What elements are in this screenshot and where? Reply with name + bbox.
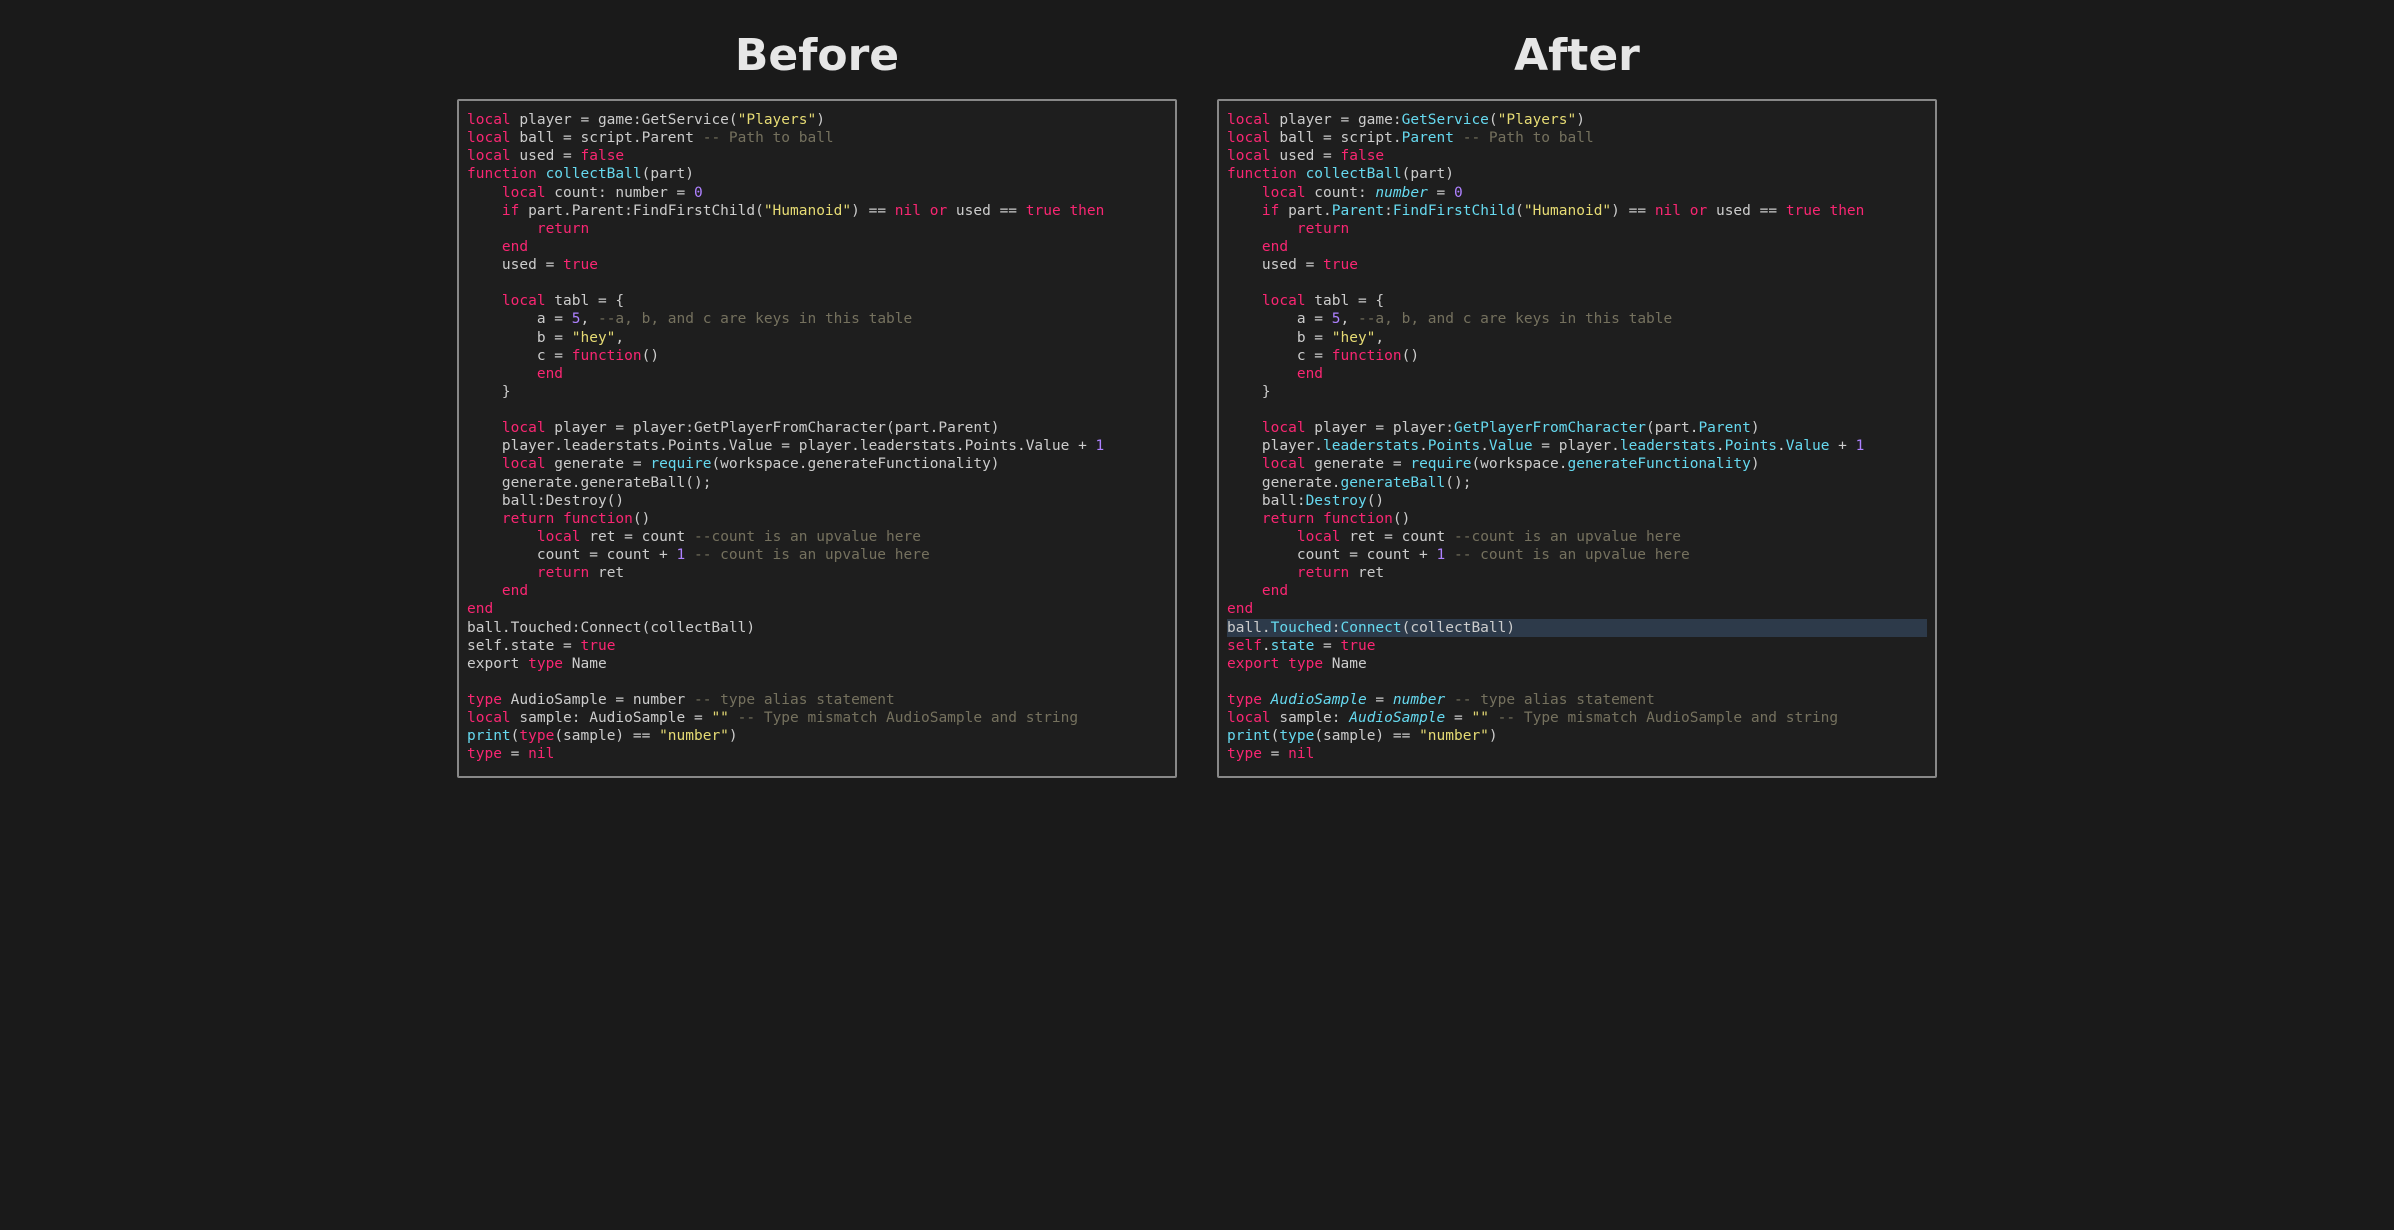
before-code: local player = game:GetService("Players"… [467, 111, 1167, 764]
before-title: Before [457, 30, 1177, 81]
after-codebox[interactable]: local player = game:GetService("Players"… [1217, 99, 1937, 778]
after-code: local player = game:GetService("Players"… [1227, 111, 1927, 764]
before-column: Before local player = game:GetService("P… [457, 20, 1177, 778]
after-column: After local player = game:GetService("Pl… [1217, 20, 1937, 778]
before-codebox[interactable]: local player = game:GetService("Players"… [457, 99, 1177, 778]
after-title: After [1217, 30, 1937, 81]
comparison-page: Before local player = game:GetService("P… [0, 0, 2394, 818]
